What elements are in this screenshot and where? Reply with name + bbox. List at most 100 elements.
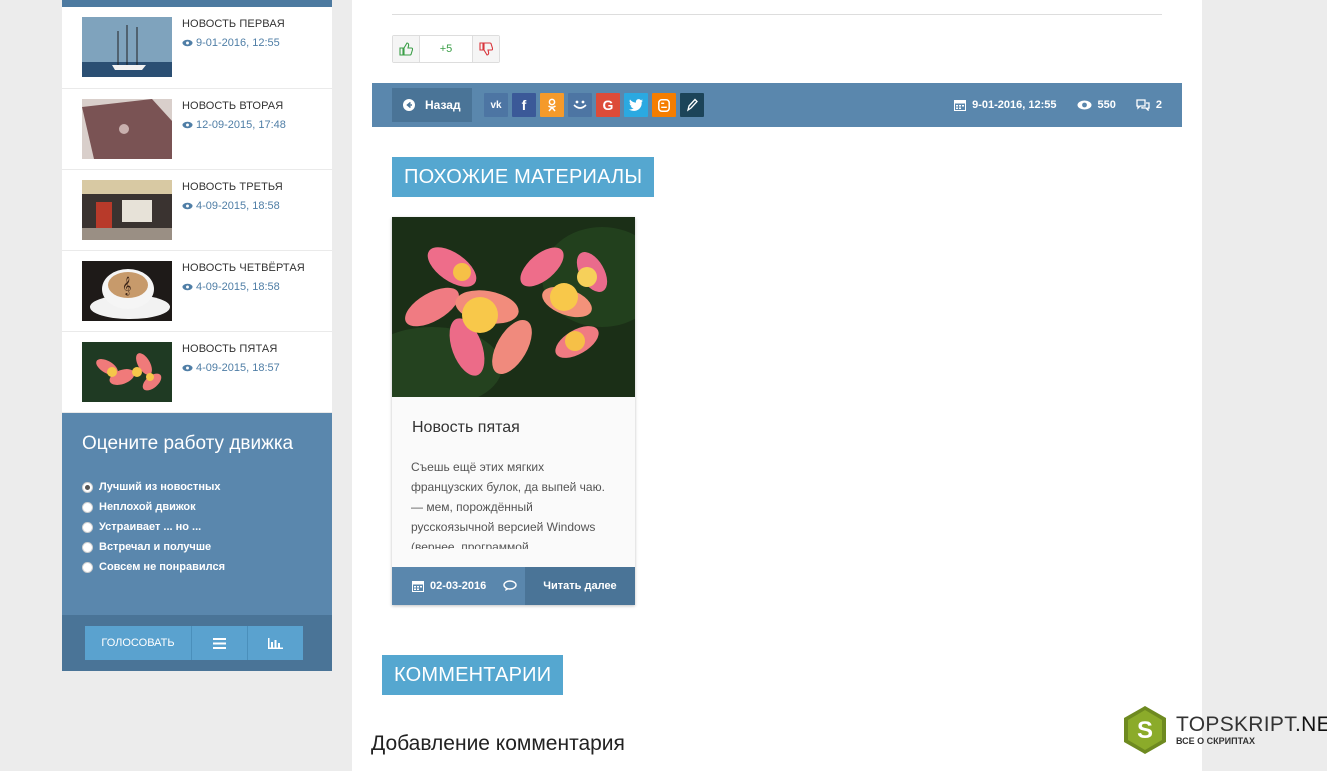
article-date: 9-01-2016, 12:55: [972, 99, 1057, 111]
poll-option[interactable]: Устраивает ... но ...: [82, 517, 312, 537]
news-thumbnail[interactable]: [82, 17, 172, 77]
poll-option[interactable]: Неплохой движок: [82, 497, 312, 517]
google-share-icon[interactable]: G: [596, 93, 620, 117]
eye-icon: [182, 364, 193, 372]
divider: [392, 14, 1162, 15]
eye-icon: [182, 121, 193, 129]
poll-title: Оцените работу движка: [82, 433, 294, 454]
radio-button[interactable]: [82, 561, 93, 573]
topskript-watermark: S TOPSKRIPT.NET ВСЕ О СКРИПТАХ: [1120, 705, 1327, 755]
related-card-date: 02-03-2016: [392, 580, 505, 592]
news-date: 4-09-2015, 18:57: [182, 362, 280, 374]
news-item[interactable]: НОВОСТЬ ПЕРВАЯ 9-01-2016, 12:55: [62, 7, 332, 89]
back-button[interactable]: Назад: [392, 88, 472, 122]
news-date: 4-09-2015, 18:58: [182, 200, 283, 212]
vk-share-icon[interactable]: vk: [484, 93, 508, 117]
vote-button[interactable]: ГОЛОСОВАТЬ: [85, 626, 192, 660]
news-date: 9-01-2016, 12:55: [182, 37, 285, 49]
rating-value: +5: [419, 36, 473, 62]
news-title[interactable]: НОВОСТЬ ТРЕТЬЯ: [182, 180, 283, 194]
watermark-text: TOPSKRIPT.NET ВСЕ О СКРИПТАХ: [1176, 714, 1327, 747]
read-more-button[interactable]: Читать далее: [525, 567, 635, 605]
news-thumbnail[interactable]: [82, 342, 172, 402]
facebook-share-icon[interactable]: f: [512, 93, 536, 117]
blogger-share-icon[interactable]: [652, 93, 676, 117]
poll-list-button[interactable]: [192, 626, 248, 660]
radio-button[interactable]: [82, 521, 93, 533]
news-thumbnail[interactable]: 𝄞: [82, 261, 172, 321]
news-meta: НОВОСТЬ ПЯТАЯ 4-09-2015, 18:57: [182, 342, 280, 374]
article-toolbar: Назад vk f G 9-01-2016, 12:55 550 2: [372, 83, 1182, 127]
odnoklassniki-share-icon[interactable]: [540, 93, 564, 117]
poll-option-label: Совсем не понравился: [99, 561, 226, 573]
sidebar-top-bar: [62, 0, 332, 7]
calendar-icon: [412, 581, 424, 592]
watermark-tagline: ВСЕ О СКРИПТАХ: [1176, 736, 1256, 746]
news-title[interactable]: НОВОСТЬ ПЯТАЯ: [182, 342, 280, 356]
related-card-image[interactable]: [392, 217, 635, 397]
news-date: 12-09-2015, 17:48: [182, 119, 286, 131]
radio-button[interactable]: [82, 481, 93, 493]
mailru-icon: [573, 100, 587, 109]
twitter-share-icon[interactable]: [624, 93, 648, 117]
blogger-icon: [658, 98, 670, 112]
news-title[interactable]: НОВОСТЬ ЧЕТВЁРТАЯ: [182, 261, 305, 275]
news-date-text: 12-09-2015, 17:48: [196, 119, 286, 131]
news-thumbnail[interactable]: [82, 99, 172, 159]
news-meta: НОВОСТЬ ТРЕТЬЯ 4-09-2015, 18:58: [182, 180, 283, 212]
news-date-text: 4-09-2015, 18:57: [196, 362, 280, 374]
pencil-icon: [686, 98, 698, 112]
eye-icon: [1077, 100, 1092, 110]
svg-text:𝄞: 𝄞: [122, 276, 131, 296]
poll-option-label: Неплохой движок: [99, 501, 196, 513]
eye-icon: [182, 39, 193, 47]
watermark-brand: TOPSKRIPT.NET: [1176, 714, 1327, 736]
related-section-title: ПОХОЖИЕ МАТЕРИАЛЫ: [392, 157, 655, 197]
related-card-title[interactable]: Новость пятая: [412, 419, 520, 437]
rating-widget: +5: [392, 35, 500, 63]
back-button-label: Назад: [425, 98, 461, 112]
eye-icon: [182, 202, 193, 210]
news-meta: НОВОСТЬ ПЕРВАЯ 9-01-2016, 12:55: [182, 17, 285, 49]
poll-option-label: Встречал и получше: [99, 541, 212, 553]
poll-option[interactable]: Лучший из новостных: [82, 477, 312, 497]
comment-icon: [503, 580, 517, 591]
poll-option[interactable]: Встречал и получше: [82, 537, 312, 557]
radio-button[interactable]: [82, 541, 93, 553]
bar-chart-icon: [268, 637, 283, 649]
comments-icon: [1136, 99, 1150, 111]
livejournal-share-icon[interactable]: [680, 93, 704, 117]
watermark-brand-a: TOPSKRIPT: [1176, 713, 1296, 736]
dislike-button[interactable]: [473, 36, 499, 62]
radio-button[interactable]: [82, 501, 93, 513]
news-meta: НОВОСТЬ ВТОРАЯ 12-09-2015, 17:48: [182, 99, 286, 131]
related-card-excerpt: Съешь ещё этих мягких французских булок,…: [411, 460, 605, 549]
comments-section-title: КОММЕНТАРИИ: [382, 655, 564, 695]
news-list: НОВОСТЬ ПЕРВАЯ 9-01-2016, 12:55 НОВОСТЬ …: [62, 7, 332, 413]
news-item[interactable]: НОВОСТЬ ТРЕТЬЯ 4-09-2015, 18:58: [62, 170, 332, 251]
poll-footer: ГОЛОСОВАТЬ: [62, 615, 332, 671]
news-date-text: 4-09-2015, 18:58: [196, 281, 280, 293]
watermark-brand-b: .NET: [1295, 713, 1327, 736]
news-item[interactable]: НОВОСТЬ ВТОРАЯ 12-09-2015, 17:48: [62, 89, 332, 170]
poll-widget: Оцените работу движка Лучший из новостны…: [62, 413, 332, 615]
poll-option[interactable]: Совсем не понравился: [82, 557, 312, 577]
eye-icon: [182, 283, 193, 291]
main-content: +5 Назад vk f G 9-01-2016, 12:55 550 2 П…: [352, 0, 1202, 771]
news-date-text: 9-01-2016, 12:55: [196, 37, 280, 49]
poll-results-button[interactable]: [248, 626, 303, 660]
mailru-share-icon[interactable]: [568, 93, 592, 117]
poll-option-label: Лучший из новостных: [99, 481, 221, 493]
svg-text:S: S: [1137, 717, 1153, 744]
share-buttons: vk f G: [484, 93, 704, 117]
news-meta: НОВОСТЬ ЧЕТВЁРТАЯ 4-09-2015, 18:58: [182, 261, 305, 293]
sidebar: НОВОСТЬ ПЕРВАЯ 9-01-2016, 12:55 НОВОСТЬ …: [62, 0, 332, 671]
news-title[interactable]: НОВОСТЬ ВТОРАЯ: [182, 99, 286, 113]
calendar-icon: [954, 100, 967, 111]
news-item[interactable]: НОВОСТЬ ПЯТАЯ 4-09-2015, 18:57: [62, 332, 332, 413]
news-title[interactable]: НОВОСТЬ ПЕРВАЯ: [182, 17, 285, 31]
related-card[interactable]: Новость пятая Съешь ещё этих мягких фран…: [392, 217, 635, 605]
news-item[interactable]: 𝄞 НОВОСТЬ ЧЕТВЁРТАЯ 4-09-2015, 18:58: [62, 251, 332, 332]
news-thumbnail[interactable]: [82, 180, 172, 240]
like-button[interactable]: [393, 36, 419, 62]
